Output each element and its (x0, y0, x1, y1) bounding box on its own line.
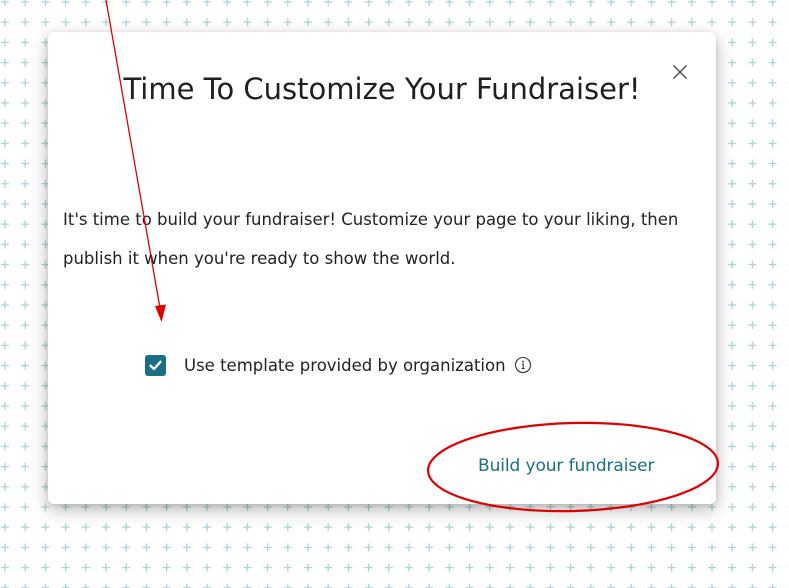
dialog-body-text: It's time to build your fundraiser! Cust… (63, 210, 679, 268)
customize-dialog: Time To Customize Your Fundraiser! It's … (48, 32, 716, 504)
use-template-option: Use template provided by organization (145, 352, 532, 378)
screen: Time To Customize Your Fundraiser! It's … (0, 0, 789, 588)
checkmark-icon (149, 360, 162, 370)
info-icon[interactable] (514, 356, 532, 374)
build-fundraiser-button[interactable]: Build your fundraiser (474, 452, 658, 480)
use-template-checkbox[interactable] (145, 354, 166, 376)
close-icon (673, 65, 687, 79)
dialog-title: Time To Customize Your Fundraiser! (123, 72, 641, 106)
use-template-label: Use template provided by organization (184, 355, 506, 375)
close-button[interactable] (668, 60, 692, 84)
